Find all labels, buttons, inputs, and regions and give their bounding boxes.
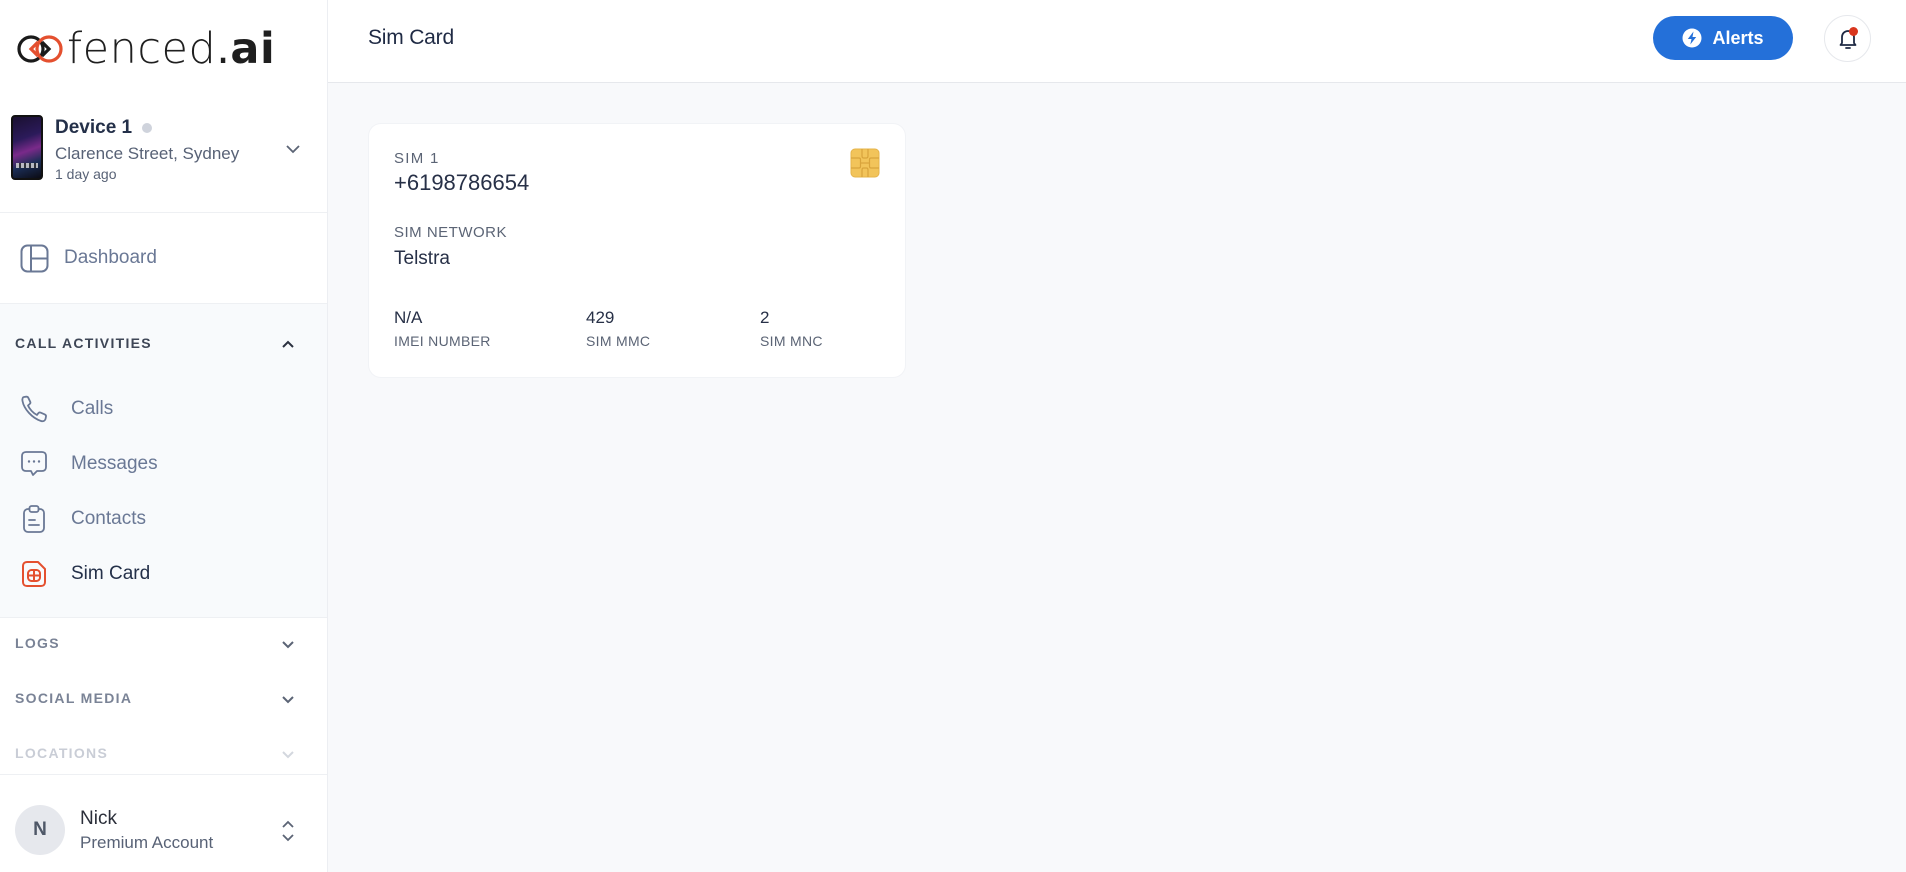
sidebar: fenced.ai Device 1 Clarence Street, Sydn… bbox=[0, 0, 328, 872]
brand-logo[interactable]: fenced.ai bbox=[15, 26, 275, 72]
device-name: Device 1 bbox=[55, 117, 153, 139]
stat-label: SIM MMC bbox=[586, 333, 651, 349]
sidebar-item-label: Dashboard bbox=[64, 247, 157, 268]
message-icon bbox=[21, 451, 47, 476]
sim-phone-number: +6198786654 bbox=[394, 170, 530, 195]
user-plan: Premium Account bbox=[80, 833, 214, 852]
sidebar-item-messages[interactable]: Messages bbox=[0, 439, 327, 489]
sim-card-icon bbox=[22, 561, 46, 587]
section-header-call-activities[interactable]: CALL ACTIVITIES bbox=[15, 335, 152, 351]
alerts-button[interactable]: Alerts bbox=[1653, 16, 1793, 60]
user-account-menu[interactable]: N Nick Premium Account bbox=[0, 774, 327, 872]
brand-logo-icon bbox=[17, 35, 63, 63]
sidebar-item-label: Calls bbox=[71, 398, 114, 419]
sim-card-panel: SIM 1 +6198786654 SIM NETWORK Telstra N/… bbox=[369, 124, 905, 377]
chevron-down-icon bbox=[282, 696, 294, 704]
stat-imei: N/A IMEI NUMBER bbox=[394, 308, 491, 349]
device-status-dot bbox=[142, 123, 153, 133]
bolt-icon bbox=[1682, 28, 1702, 48]
sim-network-label: SIM NETWORK bbox=[394, 224, 507, 241]
chevron-down-icon[interactable] bbox=[284, 142, 302, 156]
notifications-button[interactable] bbox=[1824, 15, 1871, 62]
sidebar-section-call-activities: CALL ACTIVITIES Calls Messages Contacts … bbox=[0, 304, 327, 618]
sidebar-item-sim-card[interactable]: Sim Card bbox=[0, 549, 327, 599]
dashboard-icon bbox=[20, 244, 49, 273]
stat-value: 429 bbox=[586, 308, 615, 327]
device-selector[interactable]: Device 1 Clarence Street, Sydney 1 day a… bbox=[0, 105, 327, 213]
app-root: fenced.ai Device 1 Clarence Street, Sydn… bbox=[0, 0, 1906, 872]
stat-value: N/A bbox=[394, 308, 423, 327]
alerts-button-label: Alerts bbox=[1712, 27, 1764, 48]
device-location: Clarence Street, Sydney bbox=[55, 144, 240, 163]
device-last-seen: 1 day ago bbox=[55, 166, 117, 182]
sidebar-item-contacts[interactable]: Contacts bbox=[0, 494, 327, 544]
stat-value: 2 bbox=[760, 308, 770, 327]
avatar: N bbox=[15, 805, 65, 855]
stat-label: SIM MNC bbox=[760, 333, 823, 349]
sidebar-item-calls[interactable]: Calls bbox=[0, 384, 327, 434]
brand-name: fenced.ai bbox=[67, 23, 276, 74]
sidebar-section-logs[interactable]: LOGS bbox=[0, 635, 327, 685]
sidebar-item-label: Contacts bbox=[71, 508, 146, 529]
sidebar-item-label: Sim Card bbox=[71, 563, 151, 584]
stat-sim-mmc: 429 SIM MMC bbox=[586, 308, 650, 349]
device-thumbnail bbox=[11, 115, 43, 180]
section-header-locations: LOCATIONS bbox=[15, 745, 109, 761]
user-name: Nick bbox=[80, 808, 117, 829]
chevron-down-icon bbox=[282, 641, 294, 649]
sim-chip-icon bbox=[850, 148, 880, 178]
sidebar-section-locations[interactable]: LOCATIONS bbox=[0, 745, 327, 773]
section-header-social-media: SOCIAL MEDIA bbox=[15, 690, 133, 706]
page-title: Sim Card bbox=[368, 26, 454, 49]
section-header-logs: LOGS bbox=[15, 635, 60, 651]
clipboard-icon bbox=[23, 505, 45, 533]
chevron-up-down-icon bbox=[282, 820, 294, 842]
phone-icon bbox=[21, 395, 47, 423]
chevron-down-icon bbox=[282, 751, 294, 759]
stat-sim-mnc: 2 SIM MNC bbox=[760, 308, 823, 349]
top-header: Sim Card Alerts bbox=[328, 0, 1906, 83]
sidebar-item-label: Messages bbox=[71, 453, 158, 474]
sim-network-value: Telstra bbox=[394, 248, 450, 269]
sidebar-section-social-media[interactable]: SOCIAL MEDIA bbox=[0, 690, 327, 740]
stat-label: IMEI NUMBER bbox=[394, 333, 491, 349]
notification-badge bbox=[1849, 27, 1858, 36]
sidebar-item-dashboard[interactable]: Dashboard bbox=[0, 214, 327, 304]
sim-slot-label: SIM 1 bbox=[394, 150, 440, 167]
chevron-up-icon[interactable] bbox=[280, 338, 296, 350]
